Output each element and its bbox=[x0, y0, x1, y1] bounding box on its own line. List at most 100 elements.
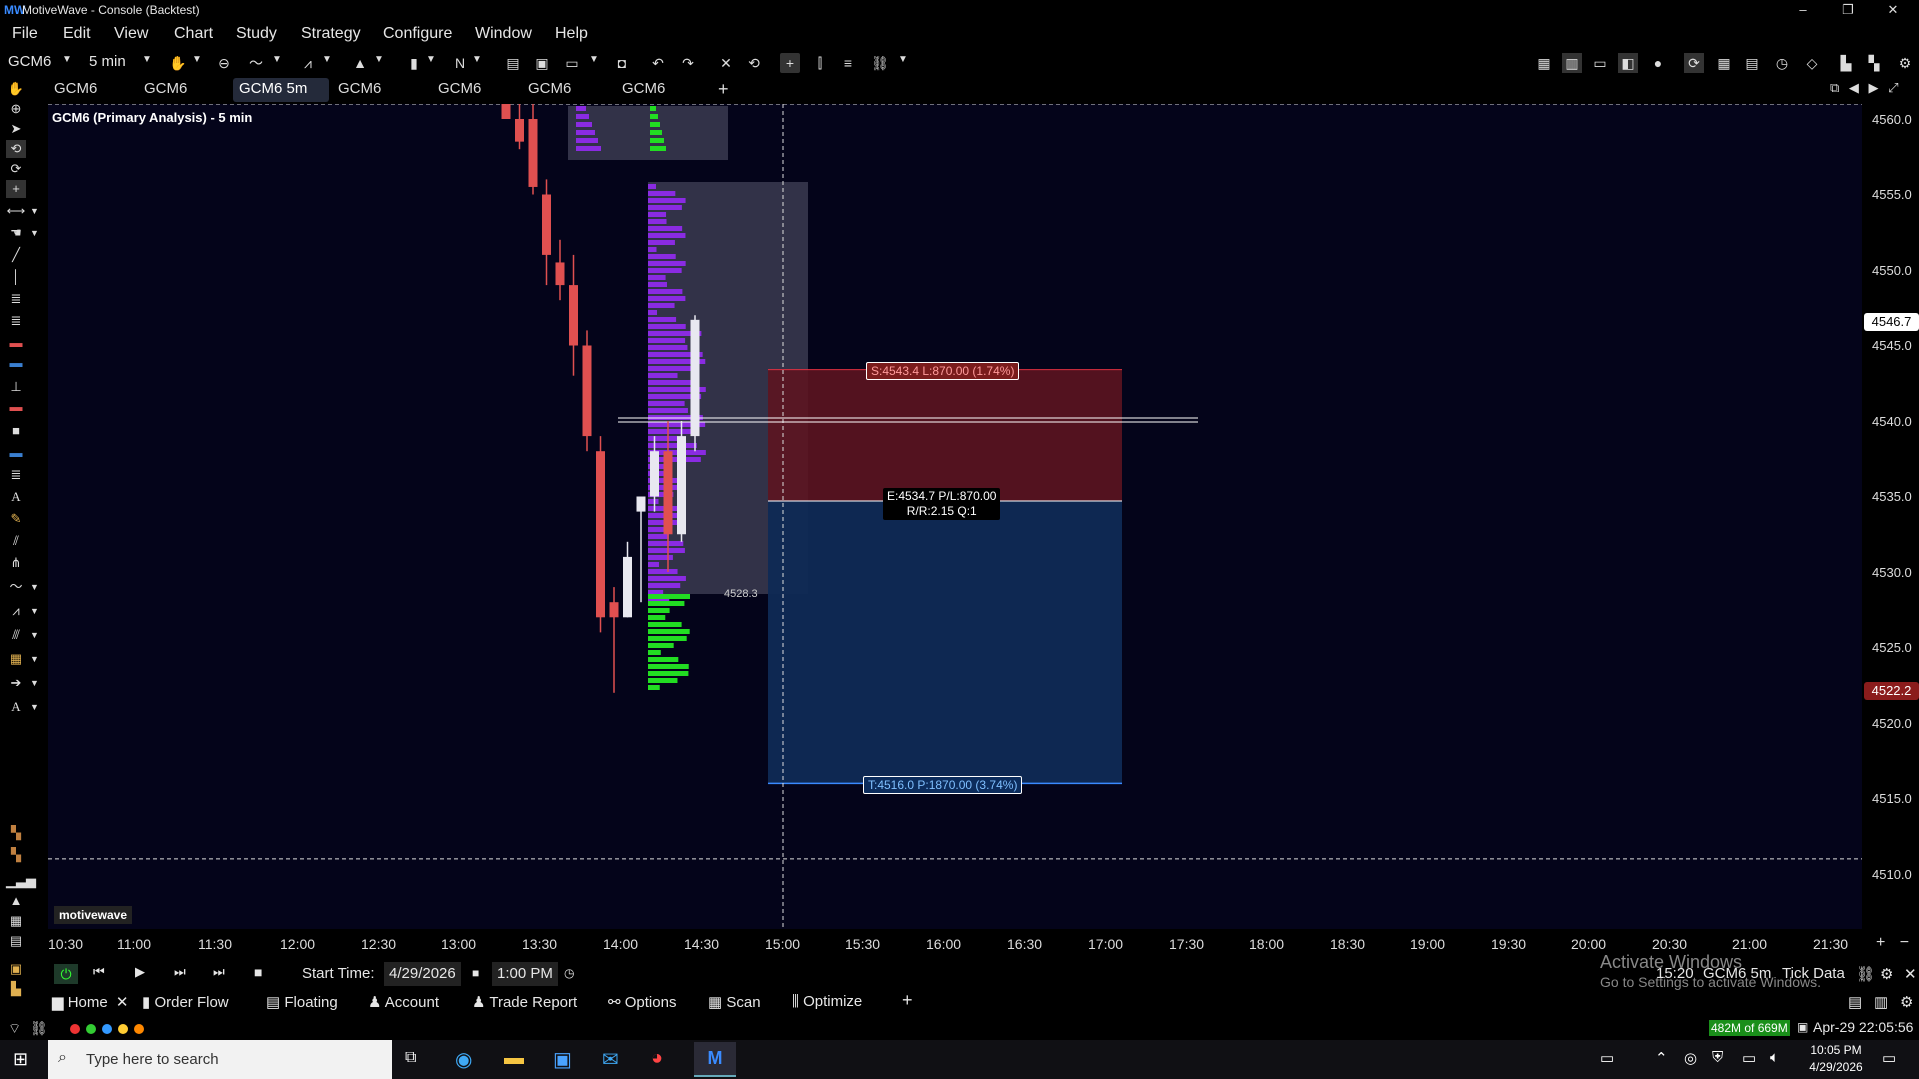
fib-ext-tool-icon[interactable]: ⫻ bbox=[6, 626, 26, 644]
volume-speaker-icon[interactable]: 🔈︎ bbox=[1770, 1049, 1779, 1066]
tab-gcm6-1m[interactable]: GCM6 1m bbox=[48, 78, 103, 119]
link-chain-icon[interactable]: ⛓ bbox=[1856, 965, 1875, 983]
minimize-button[interactable]: – bbox=[1783, 0, 1823, 20]
fib2-tool-icon[interactable]: ≣ bbox=[6, 312, 26, 330]
histogram-tool-icon[interactable]: ▁▃▅ bbox=[6, 872, 36, 890]
order-flow-tab[interactable]: ▮ Order Flow bbox=[142, 993, 229, 1011]
link-dropdown-icon[interactable]: ▼ bbox=[898, 54, 908, 65]
maximize-button[interactable]: ❐ bbox=[1828, 0, 1868, 20]
trash-icon[interactable]: ▣ bbox=[1797, 1020, 1808, 1034]
redo-icon[interactable]: ↷ bbox=[678, 53, 698, 73]
chrome-icon[interactable]: ◕ bbox=[651, 1047, 663, 1070]
home-tab-close-icon[interactable]: ✕ bbox=[116, 994, 129, 1011]
area-chart-icon[interactable]: ▲ bbox=[350, 53, 370, 73]
time-axis[interactable]: 10:30 11:00 11:30 12:00 12:30 13:00 13:3… bbox=[48, 929, 1862, 959]
right-arrow-icon[interactable]: ▶ bbox=[1869, 80, 1879, 95]
connection-link-icon[interactable]: ⛓ bbox=[30, 1020, 48, 1037]
tray-app-icon[interactable]: ◎ bbox=[1684, 1049, 1697, 1067]
extra-tool-1-icon[interactable]: ▚ bbox=[6, 824, 26, 842]
taskbar-date[interactable]: 4/29/2026 bbox=[1808, 1060, 1864, 1074]
replay-close-icon[interactable]: ✕ bbox=[1904, 965, 1917, 983]
interval-dropdown-icon[interactable]: ▼ bbox=[142, 54, 152, 65]
n-dropdown-icon[interactable]: ▼ bbox=[472, 54, 482, 65]
expand-icon[interactable]: ⤢ bbox=[1888, 80, 1898, 95]
channel-tool-icon[interactable]: ⫽ bbox=[6, 532, 26, 550]
start-clock-field[interactable]: 1:00 PM bbox=[492, 962, 558, 986]
menu-edit[interactable]: Edit bbox=[63, 25, 91, 43]
long-position-tool-icon[interactable]: ▬ bbox=[6, 334, 26, 352]
zoom-tool-icon[interactable]: ⊕ bbox=[6, 100, 26, 118]
label-tool-icon[interactable]: A bbox=[6, 698, 26, 716]
keyboard-icon[interactable]: ▭ bbox=[1600, 1049, 1614, 1067]
database-tool-icon[interactable]: ▤ bbox=[6, 932, 26, 950]
tab-gcm6-1m-2[interactable]: GCM6 1m bbox=[616, 78, 671, 119]
price-range-tool-icon[interactable]: ⊥ bbox=[6, 378, 26, 396]
list-tool-icon[interactable]: ≣ bbox=[6, 466, 26, 484]
new-document-icon[interactable]: ▤ bbox=[503, 53, 523, 73]
eraser-icon[interactable]: ◇ bbox=[1802, 53, 1822, 73]
save-icon[interactable]: ▣ bbox=[532, 53, 552, 73]
trade-report-tab[interactable]: ♟ Trade Report bbox=[472, 993, 577, 1011]
close-window-button[interactable]: ✕ bbox=[1873, 0, 1913, 20]
tools-icon[interactable]: ✕ bbox=[716, 53, 736, 73]
strategy-icon[interactable]: ▚ bbox=[1864, 53, 1884, 73]
refresh-tool-icon[interactable]: ⟳ bbox=[6, 160, 26, 178]
wave-tool-dropdown-icon[interactable]: ▼ bbox=[30, 582, 39, 592]
motivewave-taskbar-icon[interactable]: M bbox=[694, 1042, 736, 1077]
tab-gcm6-3m[interactable]: GCM6 3m bbox=[138, 78, 193, 119]
elliott-tool-icon[interactable]: ⩘ bbox=[6, 602, 26, 620]
menu-strategy[interactable]: Strategy bbox=[301, 25, 361, 43]
measure-dropdown-icon[interactable]: ▼ bbox=[30, 206, 39, 216]
security-icon[interactable]: ⛨ bbox=[1712, 1049, 1723, 1066]
blue-line-tool-icon[interactable]: ▬ bbox=[6, 444, 26, 462]
arrow-tool-icon[interactable]: ➔ bbox=[6, 674, 26, 692]
short-position-tool-icon[interactable]: ▬ bbox=[6, 354, 26, 372]
replay-settings-icon[interactable]: ⚙ bbox=[1880, 965, 1893, 983]
play-button[interactable]: ▶ bbox=[135, 964, 145, 980]
hand2-tool-icon[interactable]: ☚ bbox=[6, 224, 26, 242]
tray-chevron-icon[interactable]: ⌃ bbox=[1655, 1049, 1668, 1067]
gann-dropdown-icon[interactable]: ▼ bbox=[30, 654, 39, 664]
mail-icon[interactable]: ✉ bbox=[602, 1047, 619, 1072]
candle-dropdown-icon[interactable]: ▼ bbox=[426, 54, 436, 65]
trendline-tool-icon[interactable]: ╱ bbox=[6, 246, 26, 264]
interval-selector[interactable]: 5 min bbox=[89, 53, 126, 70]
pitchfork-tool-icon[interactable]: ⋔ bbox=[6, 554, 26, 572]
camera-icon[interactable]: ◘ bbox=[612, 53, 632, 73]
zoom-out-icon[interactable]: ⊖ bbox=[214, 53, 234, 73]
area-dropdown-icon[interactable]: ▼ bbox=[374, 54, 384, 65]
optimize-tab[interactable]: ⫼ Optimize bbox=[792, 993, 862, 1010]
menu-study[interactable]: Study bbox=[236, 25, 277, 43]
layers-icon[interactable]: ◧ bbox=[1618, 53, 1638, 73]
menu-configure[interactable]: Configure bbox=[383, 25, 452, 43]
tab-gcm6-15m[interactable]: GCM6 15m bbox=[332, 78, 387, 119]
detach-icon[interactable]: ⧉ bbox=[1830, 80, 1839, 95]
book-icon[interactable]: ▤ bbox=[1742, 53, 1762, 73]
start-date-field[interactable]: 4/29/2026 bbox=[384, 962, 461, 986]
wave-tool-icon[interactable]: 〜 bbox=[6, 578, 26, 596]
network-icon[interactable]: ▭ bbox=[1742, 1049, 1756, 1067]
line-study-icon[interactable]: 〜 bbox=[246, 53, 266, 73]
fib-tool-icon[interactable]: ≣ bbox=[6, 290, 26, 308]
area-tool-icon[interactable]: ▲ bbox=[6, 892, 26, 910]
portfolio-tool-icon[interactable]: ▣ bbox=[6, 960, 26, 978]
dom-icon[interactable]: ▦ bbox=[1534, 53, 1554, 73]
pan-hand-icon[interactable]: ✋ bbox=[168, 53, 188, 73]
measure-tool-icon[interactable]: ⟷ bbox=[6, 202, 26, 220]
hand-tool-icon[interactable]: ✋ bbox=[6, 80, 26, 98]
file-explorer-icon[interactable]: ▬ bbox=[504, 1047, 524, 1070]
lines-icon[interactable]: ≡ bbox=[838, 53, 858, 73]
link-icon[interactable]: ⛓ bbox=[870, 53, 890, 73]
wave-dropdown-icon[interactable]: ▼ bbox=[322, 54, 332, 65]
clock-icon[interactable]: ◷ bbox=[1772, 53, 1792, 73]
skip-forward-button[interactable]: ⏭ bbox=[213, 964, 225, 980]
strategy-tool-icon[interactable]: ▙ bbox=[6, 980, 26, 998]
notification-icon[interactable]: ▭ bbox=[1882, 1049, 1896, 1067]
windows-start-icon[interactable]: ⊞ bbox=[13, 1049, 28, 1070]
zoom-in-icon[interactable]: + bbox=[1876, 934, 1885, 951]
symbol-selector[interactable]: GCM6 bbox=[8, 53, 51, 70]
taskbar-time[interactable]: 10:05 PM bbox=[1808, 1043, 1864, 1057]
home-tab[interactable]: ▆ Home ✕ bbox=[52, 993, 128, 1011]
red-box-tool-icon[interactable]: ▬ bbox=[6, 398, 26, 416]
rotate-tool-icon[interactable]: ⟲ bbox=[6, 140, 26, 158]
